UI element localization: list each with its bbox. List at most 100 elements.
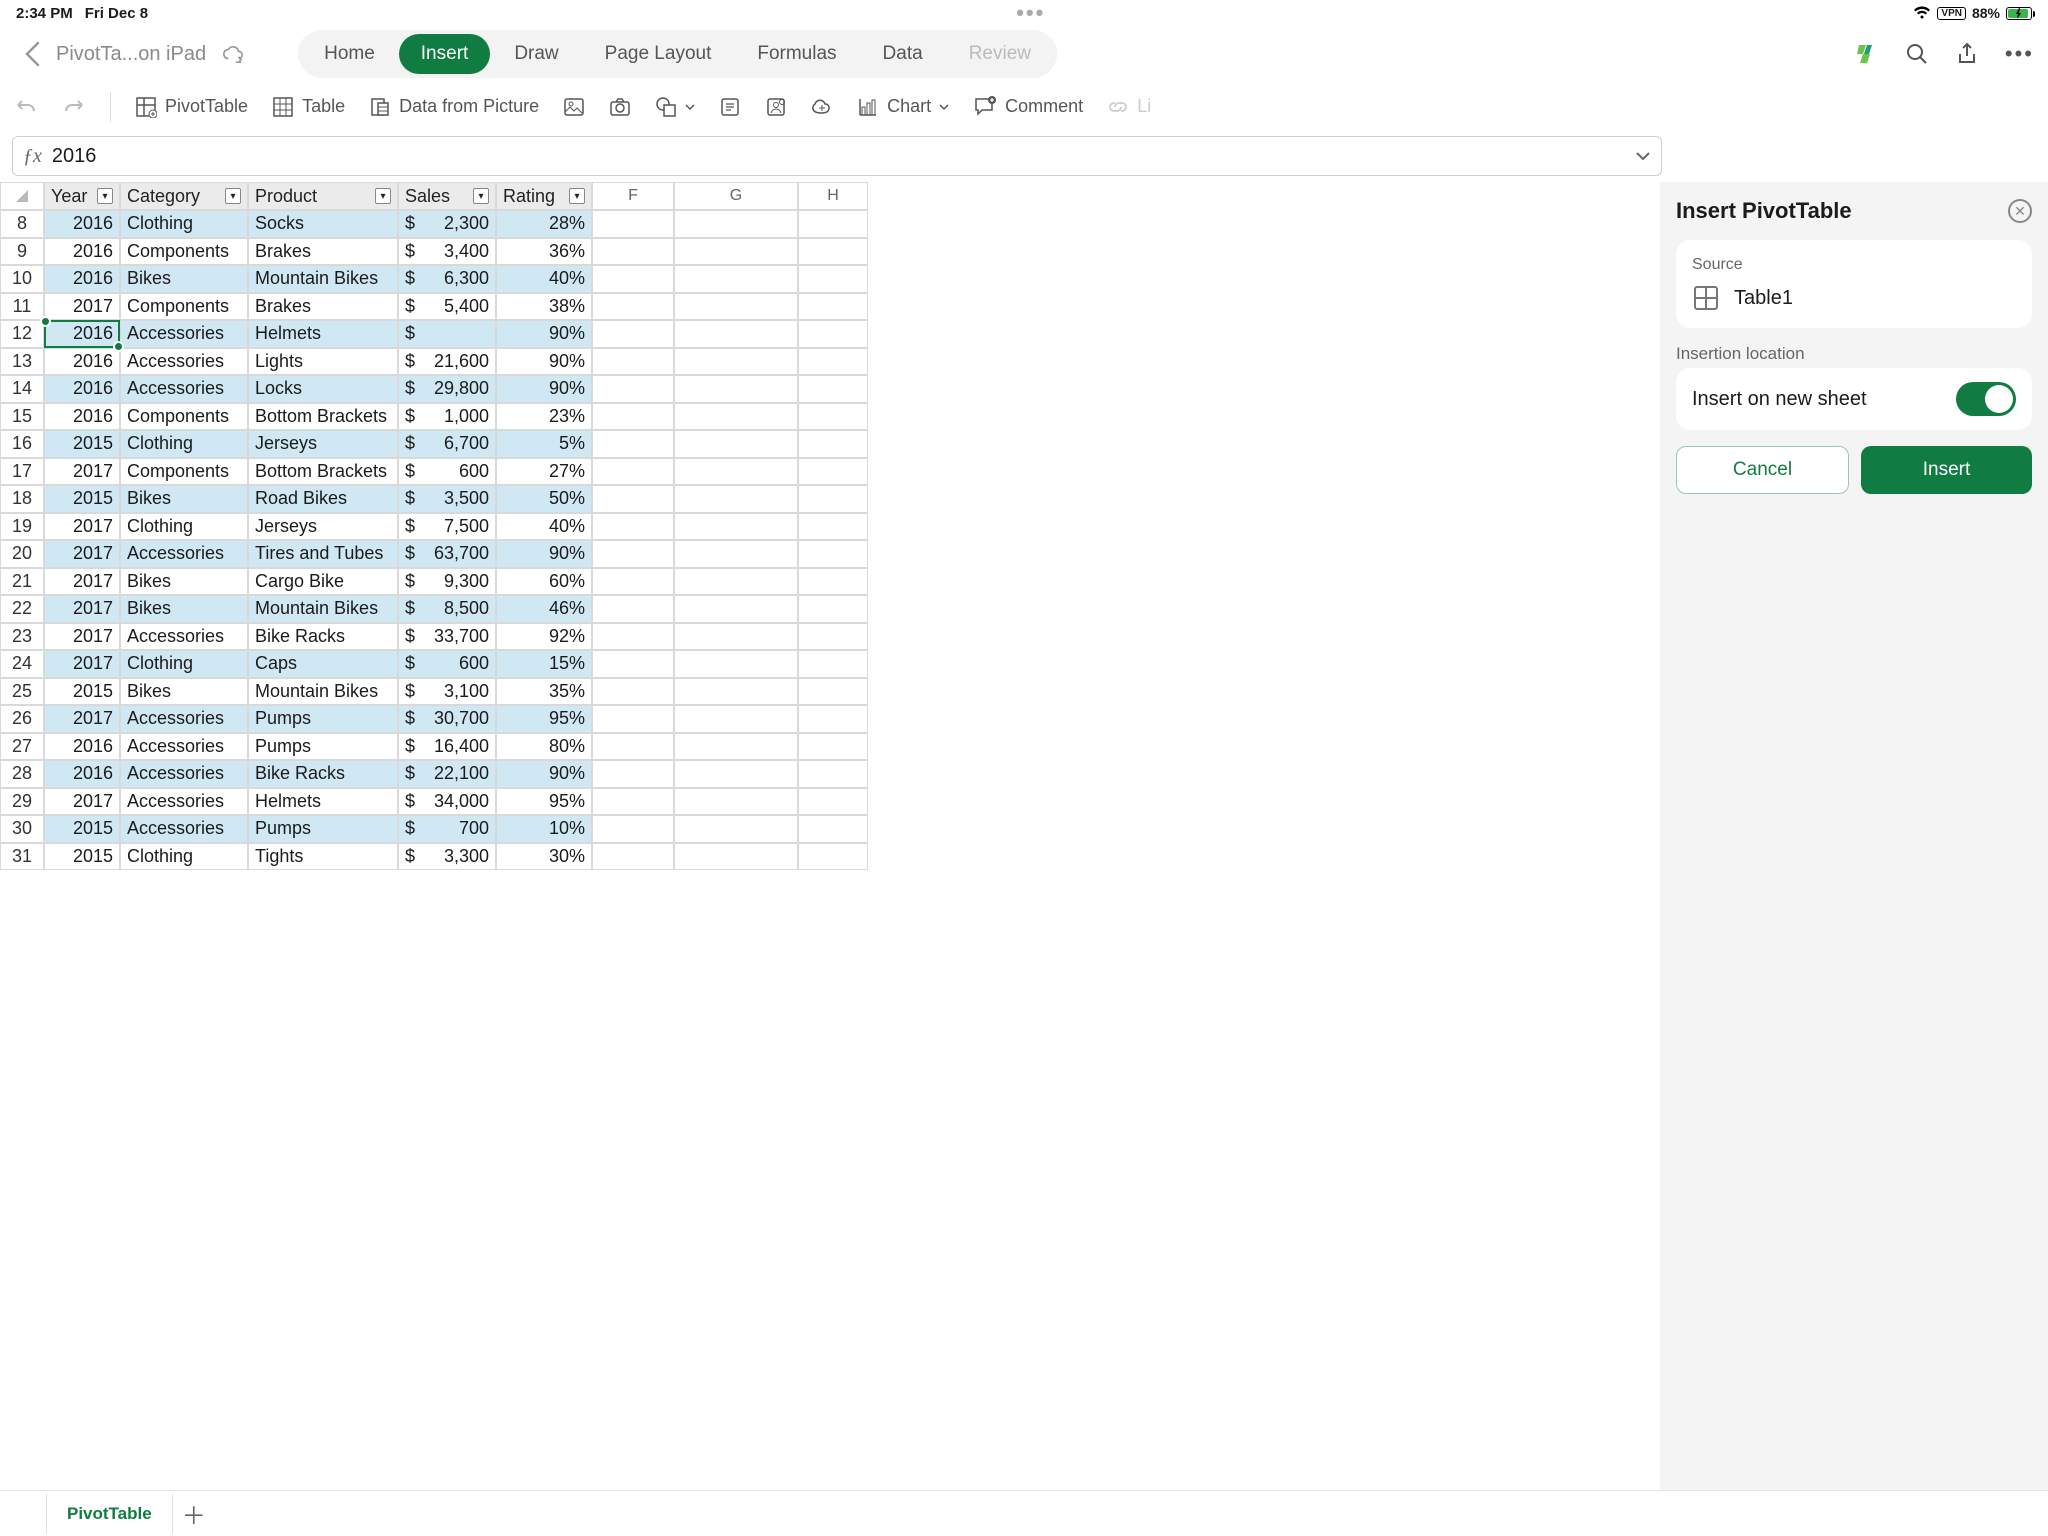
cell-sales[interactable]: $ 3,100: [398, 678, 496, 706]
cell-sales[interactable]: $ 6,300: [398, 265, 496, 293]
empty-cell[interactable]: [592, 705, 674, 733]
row-header[interactable]: 29: [0, 788, 44, 816]
empty-cell[interactable]: [592, 430, 674, 458]
empty-cell[interactable]: [674, 733, 798, 761]
cell-product[interactable]: Pumps: [248, 815, 398, 843]
cell-category[interactable]: Accessories: [120, 320, 248, 348]
redo-button[interactable]: [62, 95, 86, 119]
empty-cell[interactable]: [592, 265, 674, 293]
row-header[interactable]: 16: [0, 430, 44, 458]
cell-sales[interactable]: $ 600: [398, 458, 496, 486]
empty-cell[interactable]: [674, 623, 798, 651]
empty-cell[interactable]: [798, 293, 868, 321]
sheet-tab-pivottable[interactable]: PivotTable: [46, 1494, 173, 1534]
cell-sales[interactable]: $ 33,700: [398, 623, 496, 651]
document-title[interactable]: PivotTa...on iPad: [56, 43, 206, 66]
empty-cell[interactable]: [674, 815, 798, 843]
column-header-year[interactable]: Year▾: [44, 182, 120, 210]
row-header[interactable]: 18: [0, 485, 44, 513]
select-all-corner[interactable]: [0, 182, 44, 210]
cell-product[interactable]: Pumps: [248, 733, 398, 761]
empty-cell[interactable]: [592, 403, 674, 431]
empty-cell[interactable]: [592, 348, 674, 376]
cell-sales[interactable]: $ 3,400: [398, 238, 496, 266]
cell-sales[interactable]: $ 3,300: [398, 843, 496, 871]
cell-category[interactable]: Accessories: [120, 788, 248, 816]
empty-cell[interactable]: [674, 430, 798, 458]
cell-sales[interactable]: $ 21,600: [398, 348, 496, 376]
insert-new-sheet-toggle[interactable]: [1956, 382, 2016, 416]
cell-year[interactable]: 2016: [44, 238, 120, 266]
empty-cell[interactable]: [674, 540, 798, 568]
empty-cell[interactable]: [674, 403, 798, 431]
cell-year[interactable]: 2017: [44, 458, 120, 486]
empty-cell[interactable]: [798, 678, 868, 706]
cell-product[interactable]: Socks: [248, 210, 398, 238]
cell-rating[interactable]: 50%: [496, 485, 592, 513]
row-header[interactable]: 11: [0, 293, 44, 321]
more-icon[interactable]: •••: [2005, 41, 2034, 67]
empty-cell[interactable]: [592, 760, 674, 788]
empty-cell[interactable]: [592, 458, 674, 486]
cell-rating[interactable]: 90%: [496, 540, 592, 568]
row-header[interactable]: 20: [0, 540, 44, 568]
empty-cell[interactable]: [674, 265, 798, 293]
cell-sales[interactable]: $ 5,400: [398, 293, 496, 321]
cell-rating[interactable]: 60%: [496, 568, 592, 596]
formula-value[interactable]: 2016: [52, 145, 1635, 168]
ribbon-tab-insert[interactable]: Insert: [399, 34, 491, 74]
cell-year[interactable]: 2016: [44, 403, 120, 431]
row-header[interactable]: 30: [0, 815, 44, 843]
cell-category[interactable]: Accessories: [120, 705, 248, 733]
empty-cell[interactable]: [798, 540, 868, 568]
empty-cell[interactable]: [798, 265, 868, 293]
cell-rating[interactable]: 36%: [496, 238, 592, 266]
cell-category[interactable]: Clothing: [120, 513, 248, 541]
empty-cell[interactable]: [798, 403, 868, 431]
empty-cell[interactable]: [674, 678, 798, 706]
cell-product[interactable]: Bottom Brackets: [248, 458, 398, 486]
cell-product[interactable]: Mountain Bikes: [248, 265, 398, 293]
empty-cell[interactable]: [674, 320, 798, 348]
empty-cell[interactable]: [674, 210, 798, 238]
share-icon[interactable]: [1955, 42, 1979, 66]
add-sheet-button[interactable]: ＋: [173, 1493, 215, 1535]
empty-cell[interactable]: [592, 293, 674, 321]
cell-sales[interactable]: $ 34,000: [398, 788, 496, 816]
cell-product[interactable]: Brakes: [248, 238, 398, 266]
empty-cell[interactable]: [798, 843, 868, 871]
empty-cell[interactable]: [674, 513, 798, 541]
cell-sales[interactable]: $ 2,300: [398, 210, 496, 238]
shapes-dropdown[interactable]: [655, 96, 695, 118]
addin-icon[interactable]: [811, 96, 833, 118]
empty-cell[interactable]: [798, 760, 868, 788]
row-header[interactable]: 19: [0, 513, 44, 541]
cell-sales[interactable]: $ 3,500: [398, 485, 496, 513]
cell-sales[interactable]: $ 16,400: [398, 733, 496, 761]
empty-cell[interactable]: [798, 430, 868, 458]
cell-rating[interactable]: 80%: [496, 733, 592, 761]
copilot-icon[interactable]: [1853, 41, 1879, 67]
empty-cell[interactable]: [798, 705, 868, 733]
cell-category[interactable]: Accessories: [120, 760, 248, 788]
cell-year[interactable]: 2017: [44, 705, 120, 733]
empty-cell[interactable]: [592, 678, 674, 706]
cell-category[interactable]: Bikes: [120, 485, 248, 513]
filter-button-year[interactable]: ▾: [97, 188, 113, 204]
cell-sales[interactable]: $ 30,700: [398, 705, 496, 733]
row-header[interactable]: 28: [0, 760, 44, 788]
row-header[interactable]: 14: [0, 375, 44, 403]
undo-button[interactable]: [14, 95, 38, 119]
cell-year[interactable]: 2017: [44, 568, 120, 596]
column-header-category[interactable]: Category▾: [120, 182, 248, 210]
cell-rating[interactable]: 23%: [496, 403, 592, 431]
empty-cell[interactable]: [592, 733, 674, 761]
cell-category[interactable]: Bikes: [120, 595, 248, 623]
cell-product[interactable]: Tires and Tubes: [248, 540, 398, 568]
cell-product[interactable]: Lights: [248, 348, 398, 376]
cell-product[interactable]: Locks: [248, 375, 398, 403]
cell-category[interactable]: Components: [120, 293, 248, 321]
cell-year[interactable]: 2016: [44, 348, 120, 376]
empty-cell[interactable]: [674, 568, 798, 596]
empty-cell[interactable]: [798, 568, 868, 596]
